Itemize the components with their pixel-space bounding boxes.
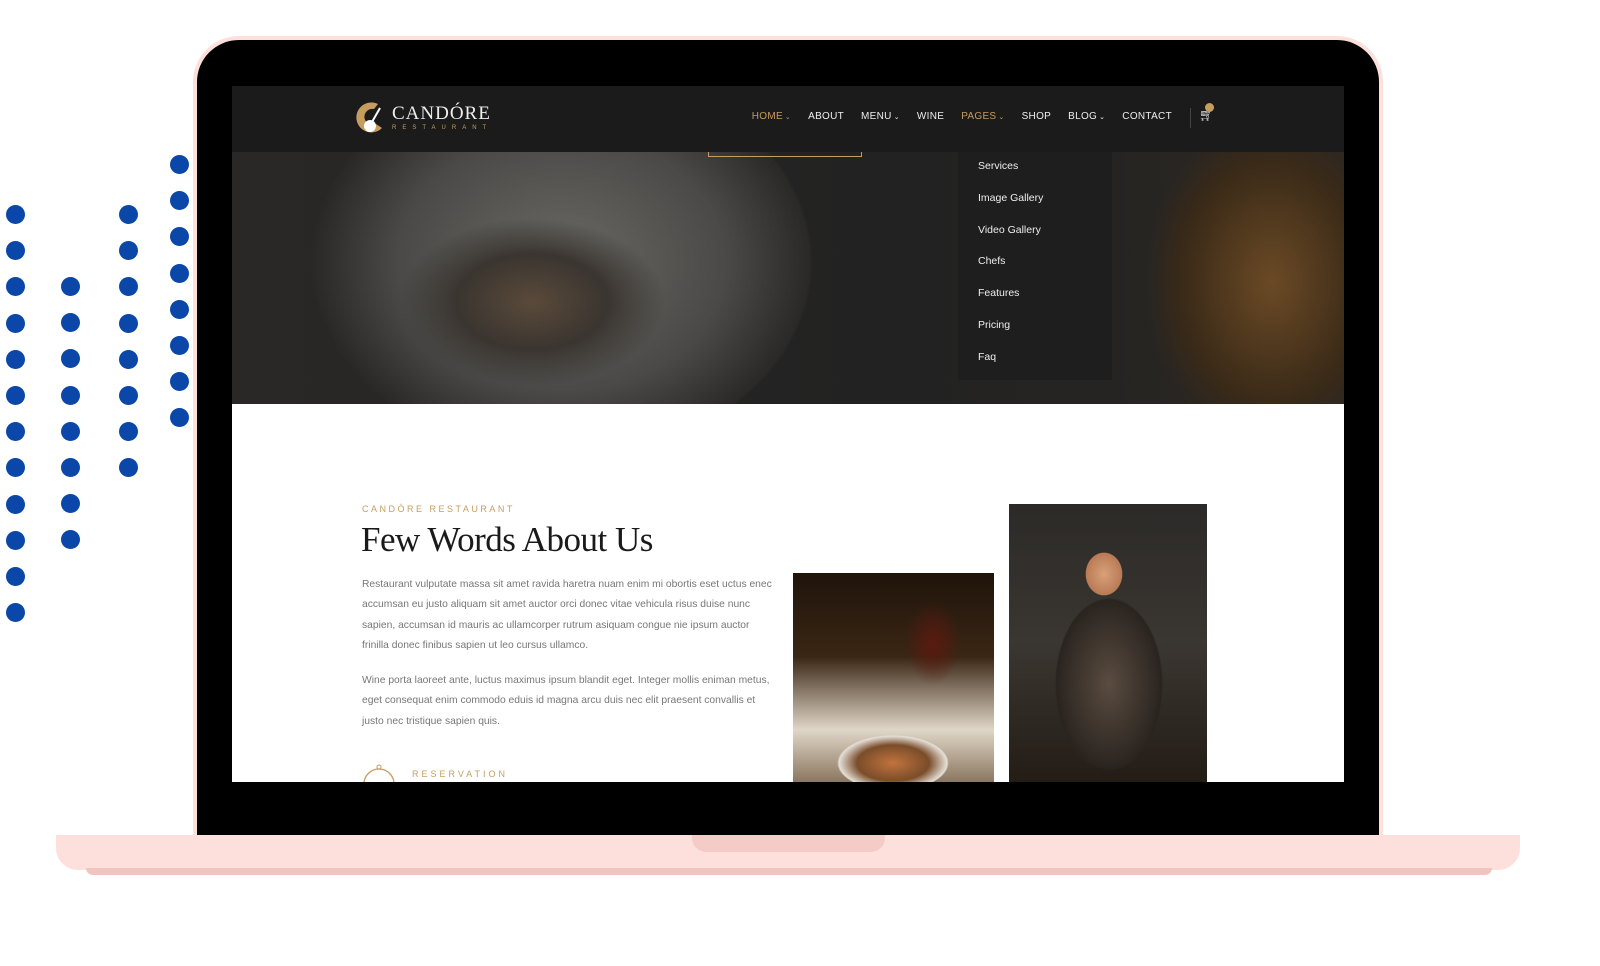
dot: [6, 386, 25, 405]
nav-label: SHOP: [1021, 111, 1052, 122]
website-screen: CANDÓRE RESTAURANT HOME ⌄ ABOUT MENU ⌄ WINE PA…: [232, 86, 1344, 782]
logo-icon: [356, 102, 382, 133]
dot: [61, 385, 80, 405]
dot: [6, 422, 25, 442]
laptop-base-shadow: [86, 868, 1492, 875]
dot: [119, 277, 138, 297]
dot: [6, 494, 25, 514]
dot: [6, 458, 25, 478]
dot: [61, 277, 80, 296]
dot: [170, 372, 189, 392]
navbar: CANDÓRE RESTAURANT HOME ⌄ ABOUT MENU ⌄ WINE PA…: [232, 86, 1344, 152]
dropdown-item[interactable]: Services: [958, 156, 1112, 188]
dot: [170, 263, 189, 283]
dot: [6, 241, 25, 261]
dot: [6, 567, 25, 586]
section-title: Few Words About Us: [361, 520, 653, 559]
dot: [170, 299, 189, 319]
reservation-link[interactable]: RESERVATION: [362, 762, 508, 782]
chevron-down-icon: ⌄: [893, 114, 900, 121]
nav-label: ABOUT: [808, 111, 845, 122]
about-paragraph-1: Restaurant vulputate massa sit amet ravi…: [362, 579, 772, 651]
section-eyebrow: CANDÓRE RESTAURANT: [362, 504, 515, 514]
dropdown-item[interactable]: Video Gallery: [958, 220, 1112, 252]
chevron-down-icon: ⌄: [1099, 114, 1106, 121]
nav-label: PAGES: [961, 111, 997, 122]
wine-dish-photo: [793, 573, 994, 782]
cloche-icon: [363, 764, 395, 782]
dot: [119, 458, 138, 478]
nav-label: CONTACT: [1122, 111, 1172, 122]
dot: [170, 191, 189, 211]
nav-wine[interactable]: WINE: [917, 111, 944, 122]
dot: [170, 155, 189, 174]
nav-blog[interactable]: BLOG ⌄: [1068, 111, 1105, 122]
cart-button[interactable]: 🛒︎: [1190, 103, 1214, 128]
dot: [170, 408, 189, 428]
nav-home[interactable]: HOME ⌄: [752, 111, 791, 122]
dot: [119, 422, 138, 442]
nav-label: WINE: [916, 111, 945, 122]
dot: [61, 530, 80, 550]
dot: [119, 386, 138, 405]
pages-dropdown: Services Image Gallery Video Gallery Chefs F…: [958, 152, 1112, 380]
nav-menu[interactable]: MENU ⌄: [861, 111, 900, 122]
logo[interactable]: CANDÓRE RESTAURANT: [356, 100, 492, 134]
dot: [61, 349, 80, 369]
dot: [6, 349, 25, 369]
hero-button[interactable]: [708, 152, 862, 157]
logo-subtitle: RESTAURANT: [392, 125, 493, 131]
dot: [170, 227, 189, 247]
chef-photo: [1009, 504, 1207, 782]
nav-label: MENU: [861, 111, 892, 122]
logo-name: CANDÓRE: [392, 103, 491, 124]
nav-shop[interactable]: SHOP: [1022, 111, 1052, 122]
main-menu: HOME ⌄ ABOUT MENU ⌄ WINE PAGES ⌄ SHOP BLOG ⌄ CONTAC…: [752, 111, 1172, 122]
dot: [6, 205, 25, 224]
chevron-down-icon: ⌄: [784, 114, 792, 121]
dot: [6, 277, 25, 297]
dot: [119, 313, 138, 333]
dot: [119, 205, 138, 224]
dot: [170, 336, 189, 355]
nav-label: HOME: [751, 111, 783, 122]
laptop-notch: [692, 835, 885, 852]
dot: [6, 530, 25, 550]
dropdown-item[interactable]: Faq: [958, 347, 1112, 379]
dropdown-item[interactable]: Pricing: [958, 315, 1112, 347]
dot: [61, 421, 80, 441]
dropdown-item[interactable]: Image Gallery: [958, 188, 1112, 220]
reservation-label: RESERVATION: [412, 769, 509, 779]
dot: [119, 349, 138, 369]
dot: [6, 603, 25, 623]
about-paragraph-2: Wine porta laoreet ante, luctus maximus …: [362, 675, 770, 727]
hero-image: [232, 152, 1344, 404]
chevron-down-icon: ⌄: [998, 114, 1005, 121]
cart-badge: [1205, 103, 1214, 112]
nav-label: BLOG: [1068, 111, 1098, 122]
dropdown-item[interactable]: Chefs: [958, 251, 1112, 283]
dot: [61, 313, 80, 333]
dot: [61, 494, 80, 514]
nav-contact[interactable]: CONTACT: [1122, 111, 1172, 122]
dot: [61, 458, 80, 477]
nav-about[interactable]: ABOUT: [808, 111, 844, 122]
dropdown-item[interactable]: Features: [958, 283, 1112, 315]
dot: [6, 313, 25, 333]
dot: [119, 241, 138, 261]
nav-pages[interactable]: PAGES ⌄: [961, 111, 1004, 122]
